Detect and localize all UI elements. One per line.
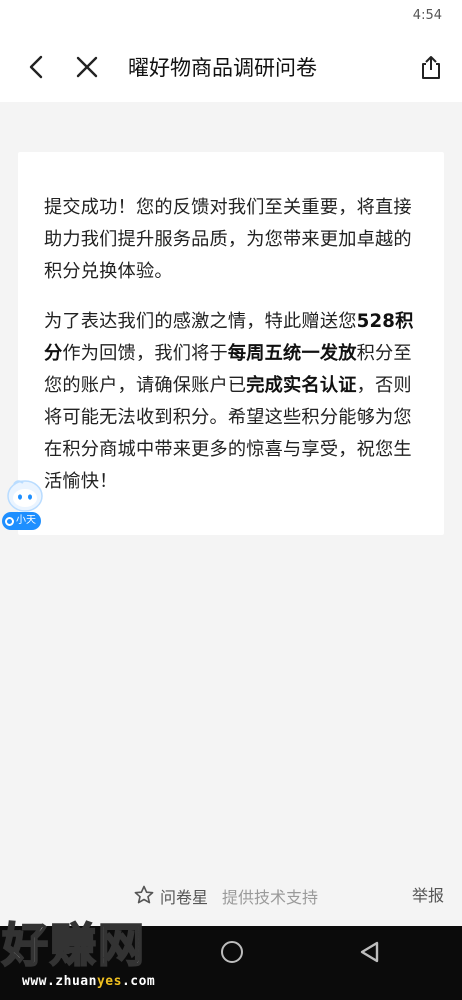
home-circle-icon[interactable] xyxy=(221,941,243,963)
watermark-text: 好赚网 xyxy=(1,918,146,972)
close-icon[interactable] xyxy=(72,52,102,82)
watermark-logo: 好赚网 www.zhuanyes.com xyxy=(0,918,200,1000)
reward-text: 为了表达我们的感激之情，特此赠送您 xyxy=(44,311,357,332)
status-dot-icon xyxy=(5,516,14,526)
watermark-url: www.zhuanyes.com xyxy=(22,974,156,989)
result-message-card: 提交成功！您的反馈对我们至关重要，将直接助力我们提升服务品质，为您带来更加卓越的… xyxy=(18,152,444,535)
assistant-badge: 小天 xyxy=(2,512,41,530)
thank-you-paragraph: 提交成功！您的反馈对我们至关重要，将直接助力我们提升服务品质，为您带来更加卓越的… xyxy=(44,197,412,282)
share-icon[interactable] xyxy=(416,52,446,82)
status-bar: 4:54 xyxy=(0,0,462,34)
assistant-floating-button[interactable]: 小天 xyxy=(0,476,54,532)
report-link[interactable]: 举报 xyxy=(412,882,444,906)
assistant-avatar-icon xyxy=(7,480,43,512)
top-nav-bar: 曜好物商品调研问卷 xyxy=(0,34,462,102)
footer-support-text: 提供技术支持 xyxy=(222,888,319,907)
reward-schedule: 每周五统一发放 xyxy=(227,343,357,364)
reward-paragraph: 为了表达我们的感激之情，特此赠送您528积分作为回馈，我们将于每周五统一发放积分… xyxy=(44,306,416,498)
footer-brand-link[interactable]: 问卷星 xyxy=(160,884,208,908)
back-triangle-icon[interactable] xyxy=(358,940,382,964)
assistant-label: 小天 xyxy=(16,515,36,526)
page-title: 曜好物商品调研问卷 xyxy=(128,56,317,80)
star-icon xyxy=(134,885,154,904)
reward-text: 作为回馈，我们将于 xyxy=(62,343,228,364)
back-chevron-icon[interactable] xyxy=(22,52,52,82)
status-time: 4:54 xyxy=(412,8,442,23)
verification-requirement: 完成实名认证 xyxy=(246,375,357,396)
